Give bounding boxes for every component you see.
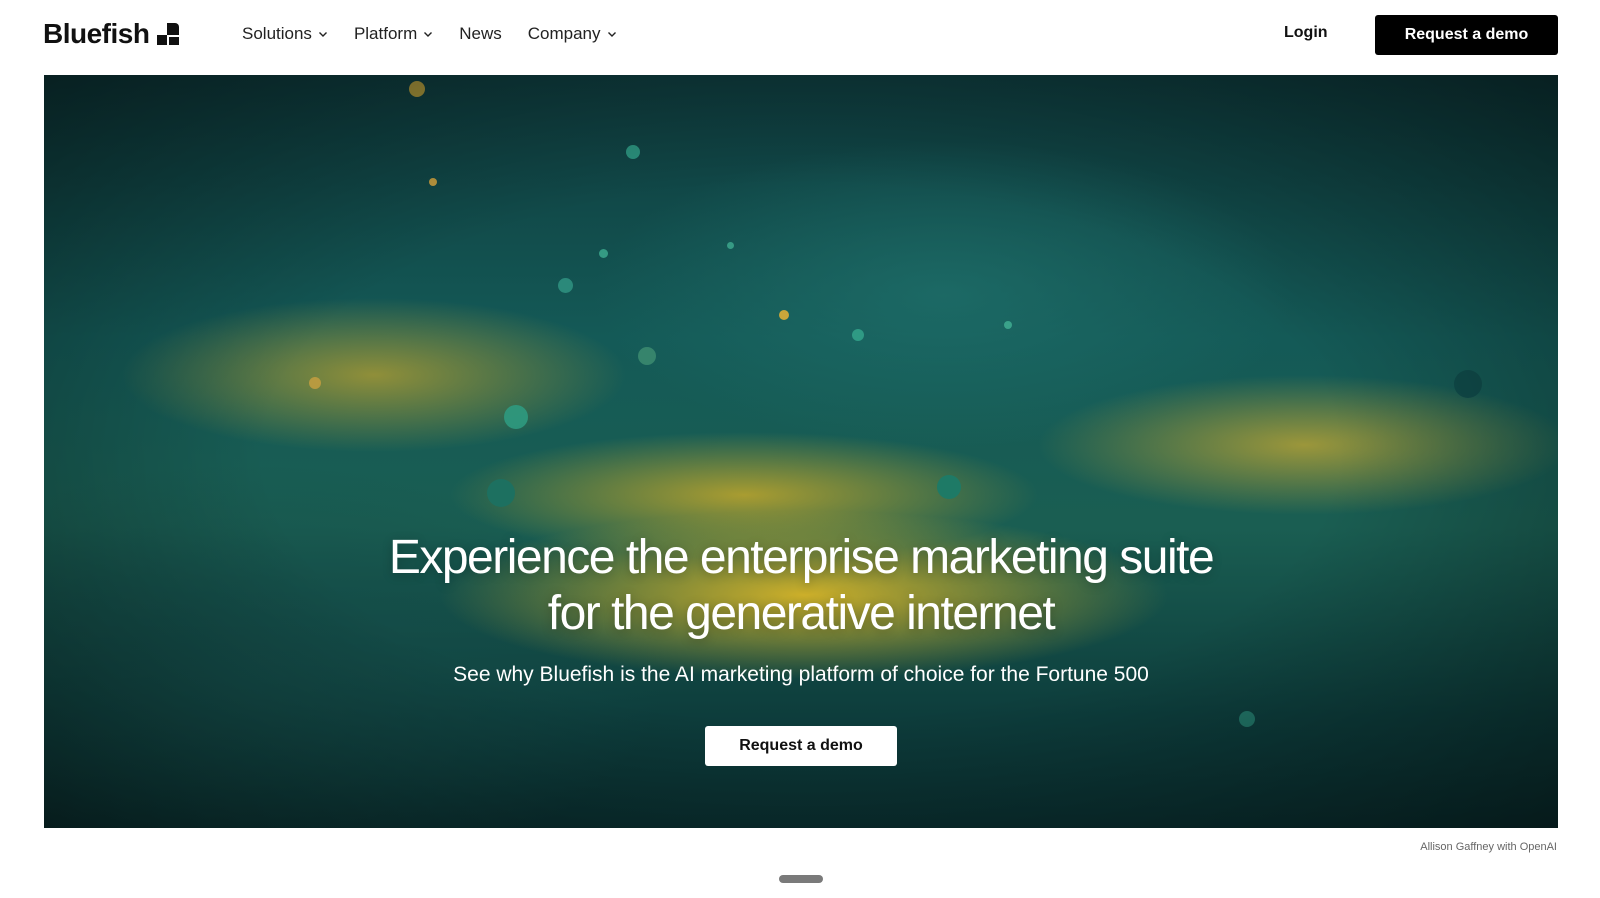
main-nav: Solutions Platform News Company [242,24,617,44]
nav-item-news[interactable]: News [459,24,502,44]
site-header: Bluefish Solutions Platform News Company… [0,0,1600,72]
image-credit: Allison Gaffney with OpenAI [1420,841,1557,853]
hero-title: Experience the enterprise marketing suit… [44,530,1558,642]
request-demo-button[interactable]: Request a demo [1375,15,1558,55]
nav-item-label: Company [527,24,601,43]
hero-title-line-1: Experience the enterprise marketing suit… [388,531,1215,584]
nav-item-label: News [459,24,502,43]
hero-title-line-2: for the generative internet [547,587,1056,640]
scroll-indicator[interactable] [779,875,823,883]
hero-subtitle: See why Bluefish is the AI marketing pla… [453,663,1149,686]
brand-logo[interactable]: Bluefish [43,18,180,50]
chevron-down-icon [607,32,616,37]
hero-request-demo-button[interactable]: Request a demo [705,726,897,766]
chevron-down-icon [318,32,327,37]
brand-mark-icon [157,23,180,45]
nav-item-platform[interactable]: Platform [354,24,433,44]
nav-item-company[interactable]: Company [528,24,617,44]
hero-banner: Experience the enterprise marketing suit… [44,75,1558,828]
nav-item-solutions[interactable]: Solutions [242,24,328,44]
login-link[interactable]: Login [1284,24,1328,42]
chevron-down-icon [424,32,433,37]
hero-vignette [44,75,1558,828]
brand-name: Bluefish [43,18,150,49]
nav-item-label: Platform [353,24,418,43]
nav-item-label: Solutions [242,24,312,43]
